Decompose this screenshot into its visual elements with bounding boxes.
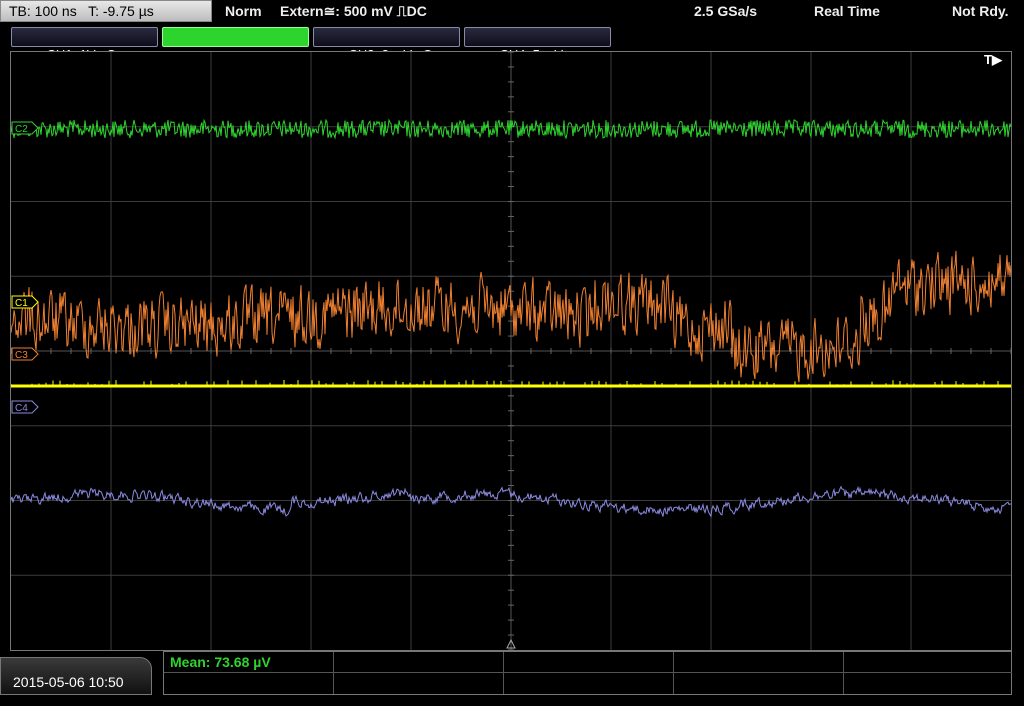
channel-2-marker[interactable]: C2 [11, 121, 39, 135]
meas-cell [844, 652, 1012, 673]
channel-1-button[interactable]: CH1: 1V≅Ω [11, 27, 158, 62]
meas-cell [674, 673, 844, 694]
channel-marker-label: C3 [15, 350, 28, 361]
channel-3-button[interactable]: CH3: 2 mV≅Ω [313, 27, 460, 62]
mean-measurement: Mean: 73.68 µV [170, 654, 271, 670]
waveform-canvas[interactable]: C2 C1 C3 C4 [11, 52, 1011, 650]
trigger-position-marker: T▶ [984, 52, 1002, 67]
top-bar: TB: 100 ns T: -9.75 µs Norm Extern≅: 500… [0, 0, 1024, 24]
meas-cell [164, 673, 334, 694]
acquisition-type: Real Time [814, 3, 880, 19]
meas-cell [334, 673, 504, 694]
channel-1-marker[interactable]: C1 [11, 295, 39, 309]
meas-cell [674, 652, 844, 673]
channel-marker-label: C1 [15, 298, 28, 309]
channel-bar: CH1: 1V≅Ω CH2: 5 mV≅Ω CH3: 2 mV≅Ω CH4: 5… [0, 26, 1024, 62]
channel-4-button[interactable]: CH4: 5 mV≅ [464, 27, 611, 62]
meas-cell [504, 673, 674, 694]
sample-rate: 2.5 GSa/s [694, 3, 758, 19]
timebase-button[interactable]: TB: 100 ns T: -9.75 µs [0, 0, 212, 22]
acquisition-mode[interactable]: Norm [225, 0, 262, 22]
measurement-panel[interactable]: Mean: 73.68 µV [163, 651, 1012, 695]
channel-marker-label: C2 [15, 124, 28, 135]
channel-2-button[interactable]: CH2: 5 mV≅Ω [162, 27, 309, 62]
channel-4-marker[interactable]: C4 [11, 400, 39, 414]
channel-3-marker[interactable]: C3 [11, 347, 39, 361]
waveform-display[interactable]: C2 C1 C3 C4 [10, 51, 1012, 651]
meas-cell [504, 652, 674, 673]
trigger-setting[interactable]: Extern≅: 500 mV ⎍DC [280, 0, 427, 22]
run-status: Not Rdy. [952, 3, 1009, 19]
channel-marker-label: C4 [15, 403, 28, 414]
meas-cell [334, 652, 504, 673]
date-time: 2015-05-06 10:50 [0, 657, 152, 695]
graticule [11, 52, 1011, 650]
